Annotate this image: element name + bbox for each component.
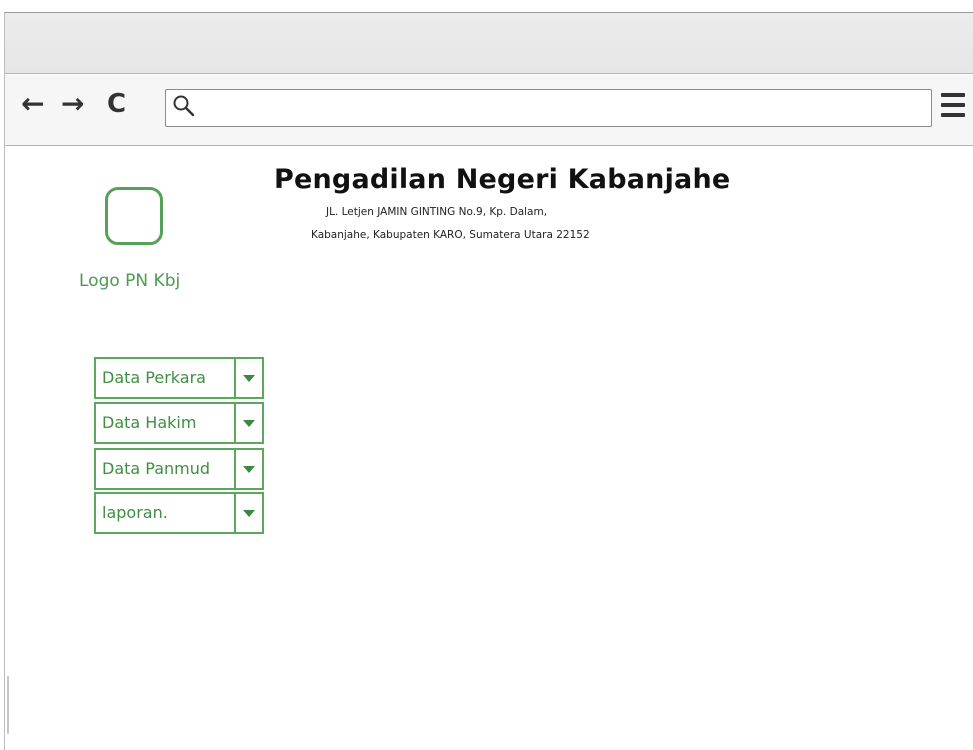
logo-label: Logo PN Kbj	[79, 271, 181, 291]
scroll-edge-mark	[7, 676, 9, 734]
chevron-down-icon	[243, 466, 255, 473]
dropdown-laporan[interactable]: laporan.	[94, 492, 264, 534]
address-line-1: JL. Letjen JAMIN GINTING No.9, Kp. Dalam…	[326, 206, 548, 218]
dropdown-label: Data Perkara	[102, 368, 206, 387]
dropdown-data-hakim[interactable]: Data Hakim	[94, 402, 264, 444]
page-title: Pengadilan Negeri Kabanjahe	[274, 164, 731, 195]
back-arrow-icon[interactable]: ←	[21, 89, 44, 119]
dropdown-toggle[interactable]	[234, 494, 262, 532]
hamburger-menu-icon[interactable]	[941, 93, 965, 121]
dropdown-toggle[interactable]	[234, 359, 262, 397]
window-titlebar	[5, 13, 973, 74]
reload-icon[interactable]: C	[107, 89, 126, 119]
logo-placeholder	[105, 187, 163, 245]
browser-window: ← → C Logo PN Kbj Pengadilan Negeri Kaba…	[4, 12, 973, 750]
dropdown-data-panmud[interactable]: Data Panmud	[94, 448, 264, 490]
address-bar[interactable]	[165, 89, 932, 127]
chevron-down-icon	[243, 375, 255, 382]
chevron-down-icon	[243, 510, 255, 517]
browser-toolbar: ← → C	[5, 75, 973, 146]
page-content: Logo PN Kbj Pengadilan Negeri Kabanjahe …	[5, 147, 973, 750]
chevron-down-icon	[243, 420, 255, 427]
forward-arrow-icon[interactable]: →	[61, 89, 84, 119]
address-line-2: Kabanjahe, Kabupaten KARO, Sumatera Utar…	[311, 229, 590, 241]
dropdown-label: Data Hakim	[102, 413, 197, 432]
dropdown-toggle[interactable]	[234, 450, 262, 488]
dropdown-label: laporan.	[102, 503, 168, 522]
dropdown-data-perkara[interactable]: Data Perkara	[94, 357, 264, 399]
url-input[interactable]	[202, 92, 925, 124]
search-icon	[173, 95, 195, 117]
dropdown-label: Data Panmud	[102, 459, 211, 478]
dropdown-toggle[interactable]	[234, 404, 262, 442]
